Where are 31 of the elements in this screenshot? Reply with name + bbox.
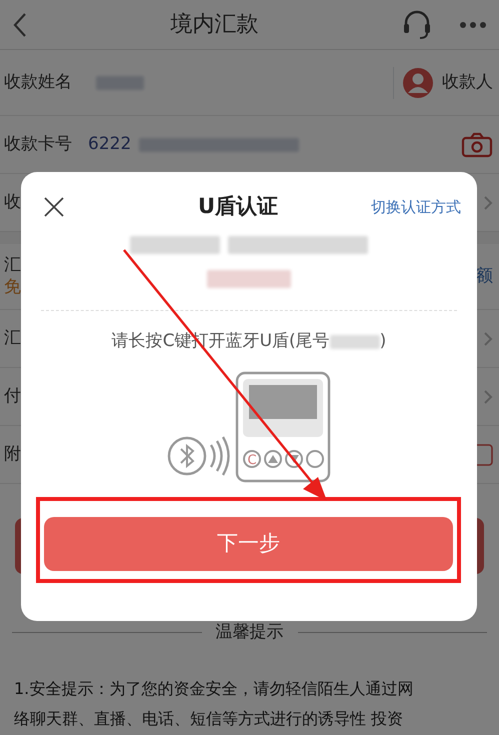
limit-link[interactable]: 额 [476, 264, 493, 290]
back-icon[interactable] [12, 12, 28, 38]
dialog-title: U盾认证 [196, 193, 280, 220]
field-label: 收款姓名 [4, 70, 72, 94]
field-label: 汇 [4, 255, 21, 276]
more-icon[interactable] [459, 20, 487, 28]
headset-icon[interactable] [401, 8, 433, 40]
field-label: 汇 [4, 326, 21, 350]
field-label: 收款卡号 [4, 132, 72, 156]
key-label: C [247, 452, 257, 468]
camera-icon[interactable] [461, 132, 493, 158]
blurred-text [96, 76, 144, 90]
payee-link[interactable]: 收款人 [442, 70, 493, 96]
chevron-icon [483, 330, 493, 346]
blurred-text [330, 334, 380, 349]
tip-text: 络聊天群、直播、电话、短信等方式进行的诱导性 投资 [13, 708, 404, 730]
close-icon[interactable] [43, 196, 65, 218]
avatar-icon [402, 66, 434, 98]
tips-title-text: 温馨提示 [216, 621, 284, 644]
chevron-icon [483, 388, 493, 404]
field-label: 付 [4, 384, 21, 408]
instruction-text: ) [380, 330, 386, 353]
chevron-icon [483, 194, 493, 210]
page-title: 境内汇款 [170, 11, 260, 39]
next-button[interactable]: 下一步 [44, 516, 453, 570]
switch-method-link[interactable]: 切换认证方式 [371, 196, 461, 218]
field-label: 附 [4, 442, 21, 466]
field-note: 免 [4, 276, 21, 298]
tip-text: 1.安全提示：为了您的资金安全，请勿轻信陌生人通过网 [13, 678, 414, 700]
field-label: 收 [4, 190, 21, 214]
card-number: 6222 [88, 132, 132, 156]
